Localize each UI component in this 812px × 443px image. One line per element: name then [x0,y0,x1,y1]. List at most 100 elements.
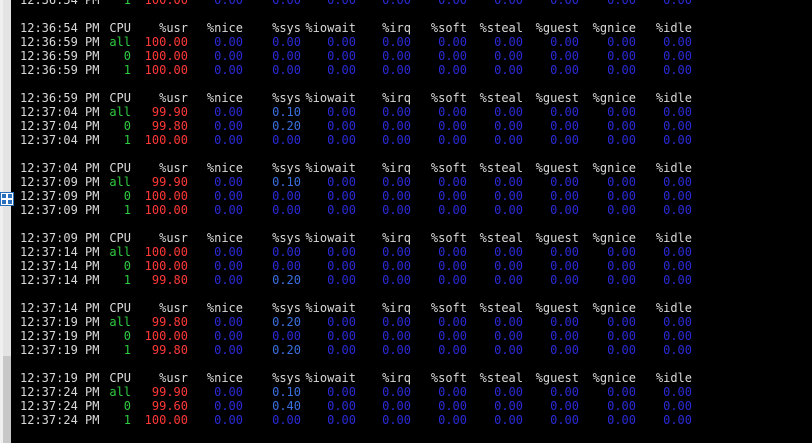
cell-usr: 99.80 [151,343,188,357]
cell-irq: 0.00 [382,245,411,259]
column-header-usr: %usr [159,301,188,315]
cell-irq: 0.00 [382,63,411,77]
cell-irq: 0.00 [382,175,411,189]
column-header-irq: %irq [382,231,411,245]
cell-nice: 0.00 [214,0,243,7]
cell-nice: 0.00 [214,413,243,427]
cell-nice: 0.00 [214,63,243,77]
cell-gnice: 0.00 [607,399,636,413]
cell-gnice: 0.00 [607,343,636,357]
cell-irq: 0.00 [382,35,411,49]
cell-nice: 0.00 [214,399,243,413]
cell-irq: 0.00 [382,119,411,133]
window-left-edge [0,0,11,443]
cell-cpu: 0 [123,399,131,413]
column-header-steal: %steal [479,91,523,105]
cell-steal: 0.00 [494,273,523,287]
column-header-nice: %nice [206,301,243,315]
cell-iowait: 0.00 [327,133,356,147]
cell-irq: 0.00 [382,0,411,7]
cell-idle: 0.00 [663,203,692,217]
cell-soft: 0.00 [438,329,467,343]
column-header-steal: %steal [479,21,523,35]
cell-iowait: 0.00 [327,385,356,399]
cell-idle: 0.00 [663,133,692,147]
cell-irq: 0.00 [382,399,411,413]
column-header-iowait: %iowait [305,91,356,105]
cell-idle: 0.00 [663,315,692,329]
cell-iowait: 0.00 [327,259,356,273]
cell-soft: 0.00 [438,399,467,413]
column-header-row: 12:37:14 PM CPU %usr %nice %sys %iowait %irq %s… [11,301,812,315]
cpu-stats-row: 12:36:59 PM all 100.00 0.00 0.00 0.00 0.00 0.00… [11,35,812,49]
cell-gnice: 0.00 [607,315,636,329]
cell-soft: 0.00 [438,49,467,63]
cell-steal: 0.00 [494,133,523,147]
column-header-steal: %steal [479,301,523,315]
cell-sys: 0.20 [272,119,301,133]
cell-idle: 0.00 [663,105,692,119]
cell-idle: 0.00 [663,245,692,259]
column-header-idle: %idle [655,161,692,175]
column-header-gnice: %gnice [592,91,636,105]
column-header-usr: %usr [159,161,188,175]
cell-nice: 0.00 [214,343,243,357]
cell-cpu: 0 [123,329,131,343]
cell-iowait: 0.00 [327,175,356,189]
cell-soft: 0.00 [438,245,467,259]
column-header-nice: %nice [206,161,243,175]
column-header-idle: %idle [655,91,692,105]
cell-nice: 0.00 [214,385,243,399]
cell-soft: 0.00 [438,343,467,357]
cell-guest: 0.00 [550,329,579,343]
cell-usr: 100.00 [144,329,188,343]
cell-idle: 0.00 [663,63,692,77]
cell-soft: 0.00 [438,413,467,427]
cell-soft: 0.00 [438,35,467,49]
column-header-steal: %steal [479,371,523,385]
cpu-stats-row: 12:37:19 PM 1 99.80 0.00 0.20 0.00 0.00 0.00 0.0… [11,343,812,357]
cell-sys: 0.00 [272,49,301,63]
cell-gnice: 0.00 [607,385,636,399]
cell-idle: 0.00 [663,0,692,7]
cell-idle: 0.00 [663,385,692,399]
scrollbar-thumb[interactable] [3,356,11,443]
cpu-stats-row: 12:37:14 PM 1 99.80 0.00 0.20 0.00 0.00 0.00 0.0… [11,273,812,287]
scrollbar-track[interactable] [3,0,11,356]
cell-cpu: 1 [123,343,131,357]
column-header-row: 12:36:59 PM CPU %usr %nice %sys %iowait %irq %s… [11,91,812,105]
column-header-usr: %usr [159,231,188,245]
column-header-iowait: %iowait [305,301,356,315]
column-header-soft: %soft [430,21,467,35]
cell-gnice: 0.00 [607,245,636,259]
cell-gnice: 0.00 [607,175,636,189]
cell-sys: 0.00 [272,189,301,203]
cell-iowait: 0.00 [327,315,356,329]
cell-steal: 0.00 [494,315,523,329]
cell-nice: 0.00 [214,119,243,133]
cell-idle: 0.00 [663,119,692,133]
column-header-cpu: CPU [109,371,131,385]
cpu-stats-row: 12:36:54 PM 1 100.00 0.00 0.00 0.00 0.00 0.00 0.… [11,0,812,7]
cell-gnice: 0.00 [607,189,636,203]
column-header-usr: %usr [159,21,188,35]
cell-irq: 0.00 [382,385,411,399]
cell-soft: 0.00 [438,189,467,203]
cell-idle: 0.00 [663,49,692,63]
cell-usr: 99.90 [151,385,188,399]
cell-nice: 0.00 [214,175,243,189]
cpu-stats-row: 12:37:04 PM all 99.90 0.00 0.10 0.00 0.00 0.00 0… [11,105,812,119]
cell-cpu: 0 [123,259,131,273]
column-header-soft: %soft [430,231,467,245]
cell-guest: 0.00 [550,49,579,63]
cell-iowait: 0.00 [327,343,356,357]
cell-nice: 0.00 [214,315,243,329]
cell-guest: 0.00 [550,399,579,413]
cell-idle: 0.00 [663,189,692,203]
cell-nice: 0.00 [214,273,243,287]
cell-cpu: 0 [123,119,131,133]
cell-irq: 0.00 [382,105,411,119]
